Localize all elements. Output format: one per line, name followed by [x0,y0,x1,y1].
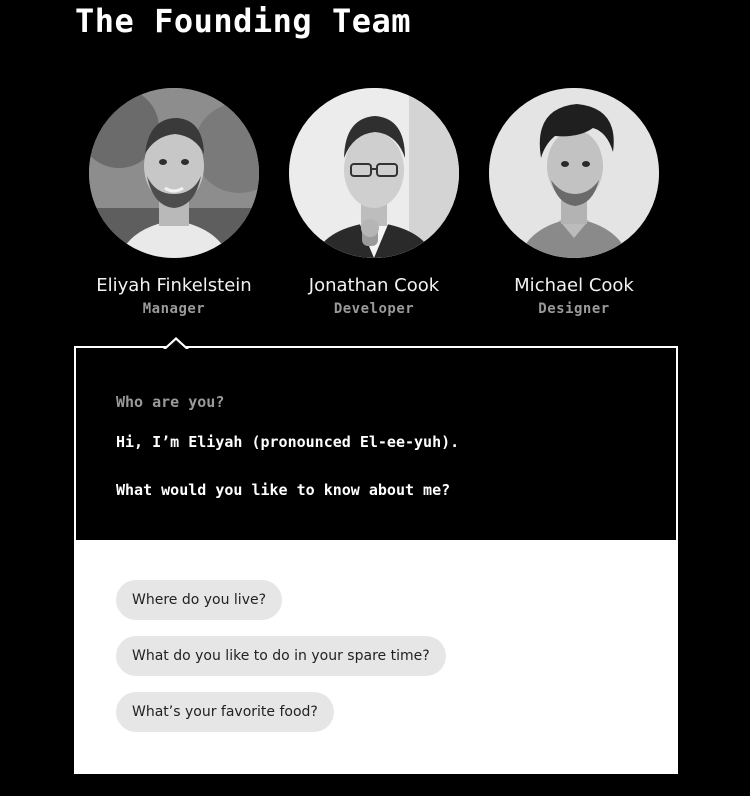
chat-answer-line: Hi, I’m Eliyah (pronounced El-ee-yuh). [116,433,460,451]
avatar-photo-eliyah [89,88,259,258]
question-option-spare-time[interactable]: What do you like to do in your spare tim… [116,636,446,676]
avatar-photo-jonathan [289,88,459,258]
avatar[interactable] [289,88,459,258]
member-role: Manager [142,301,206,317]
member-name: Jonathan Cook [308,275,440,296]
member-role: Developer [333,301,415,317]
chat-transcript: Who are you? Hi, I’m Eliyah (pronounced … [74,337,678,540]
avatar[interactable] [489,88,659,258]
question-option-live[interactable]: Where do you live? [116,580,283,620]
chat-prompt: Who are you? [116,393,225,411]
question-option-favorite-food[interactable]: What’s your favorite food? [116,692,334,732]
team-member-jonathan[interactable]: Jonathan Cook Developer [274,88,474,318]
member-role: Designer [538,301,610,317]
member-name: Michael Cook [514,275,634,296]
avatar[interactable] [89,88,259,258]
page: The Founding Team Eliyah Finkelstein Man… [0,0,750,796]
avatar-photo-michael [489,88,659,258]
team-member-eliyah[interactable]: Eliyah Finkelstein Manager [74,88,274,318]
question-options: Where do you live? What do you like to d… [74,540,678,774]
chat-answer-line: What would you like to know about me? [116,481,451,499]
page-title: The Founding Team [75,2,412,40]
team-member-michael[interactable]: Michael Cook Designer [474,88,674,318]
team-list: Eliyah Finkelstein Manager Jonathan Cook… [74,88,674,318]
member-name: Eliyah Finkelstein [96,275,252,296]
chat-dialog: Who are you? Hi, I’m Eliyah (pronounced … [74,337,678,774]
